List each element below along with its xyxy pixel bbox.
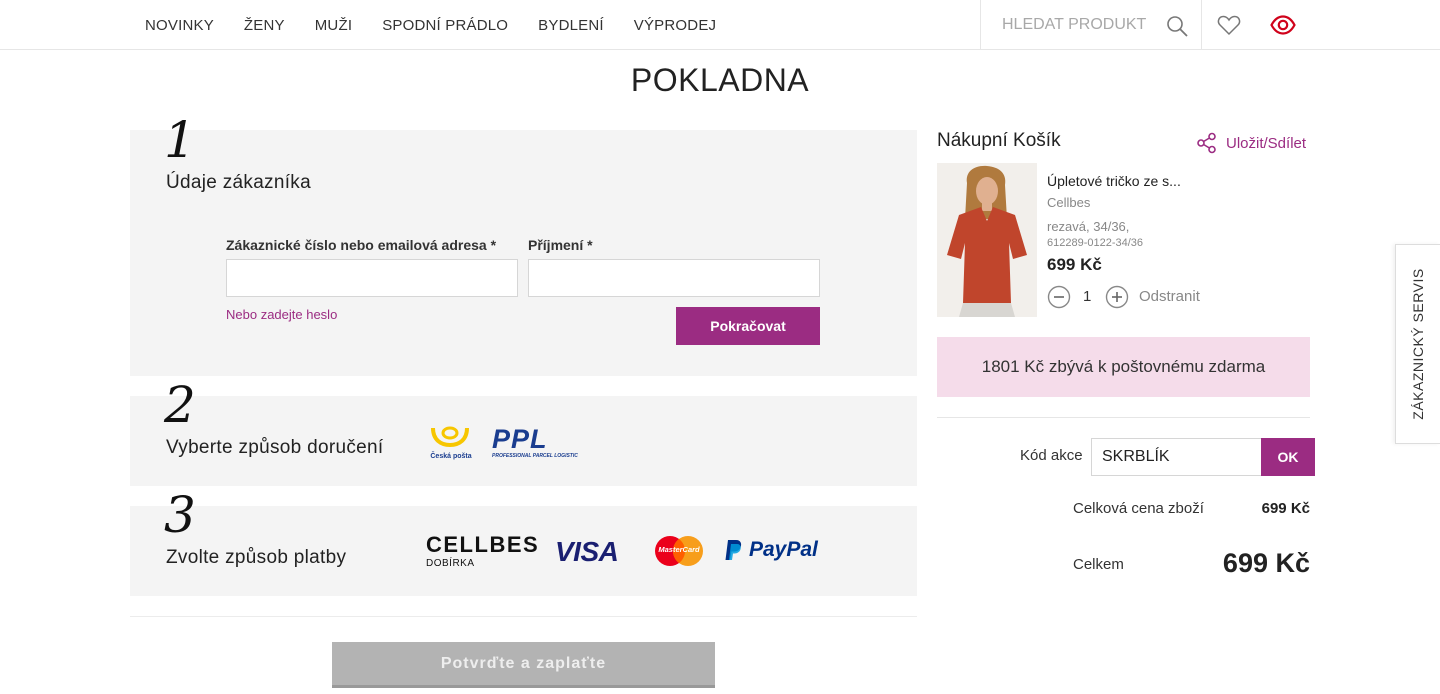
promo-apply-button[interactable]: OK <box>1261 438 1315 476</box>
continue-button[interactable]: Pokračovat <box>676 307 820 345</box>
minus-icon[interactable] <box>1047 285 1071 309</box>
search-icon[interactable] <box>1165 14 1189 38</box>
divider <box>937 417 1310 418</box>
product-variant: rezavá, 34/36, <box>1047 219 1130 234</box>
step-delivery: 2 Vyberte způsob doručení Česká pošta PP… <box>130 380 917 486</box>
carrier-name: Česká pošta <box>430 453 472 460</box>
total-value: 699 Kč <box>1222 548 1310 578</box>
payment-name: MasterCard <box>658 545 700 554</box>
top-navigation: NOVINKY ŽENY MUŽI SPODNÍ PRÁDLO BYDLENÍ … <box>0 0 1440 50</box>
nav-item-bydleni[interactable]: BYDLENÍ <box>538 17 604 34</box>
carrier-name: PPL <box>492 424 548 454</box>
carrier-tagline: PROFESSIONAL PARCEL LOGISTIC <box>492 453 578 459</box>
search-placeholder: HLEDAT PRODUKT <box>1002 16 1147 33</box>
plus-icon[interactable] <box>1105 285 1129 309</box>
quantity-value: 1 <box>1083 288 1092 305</box>
cellbes-logo[interactable]: CELLBES DOBÍRKA <box>426 534 544 570</box>
step-title: Údaje zákazníka <box>166 172 311 193</box>
step-number: 3 <box>164 486 196 544</box>
confirm-and-pay-button[interactable]: Potvrďte a zaplaťte <box>332 642 715 688</box>
ceska-posta-logo[interactable]: Česká pošta <box>430 425 472 460</box>
step-customer-details: 1 Údaje zákazníka Zákaznické číslo nebo … <box>130 115 917 376</box>
page-title: POKLADNA <box>630 62 810 98</box>
free-shipping-banner: 1801 Kč zbývá k poštovnému zdarma <box>937 337 1310 397</box>
ppl-logo[interactable]: PPL PROFESSIONAL PARCEL LOGISTIC <box>492 424 617 460</box>
horn-icon <box>431 426 469 448</box>
email-field[interactable] <box>226 259 518 297</box>
search-input[interactable]: HLEDAT PRODUKT <box>980 0 1202 50</box>
nav-item-spodni-pradlo[interactable]: SPODNÍ PRÁDLO <box>382 17 508 34</box>
promo-code-input[interactable]: SKRBLÍK <box>1091 438 1262 476</box>
step-title: Zvolte způsob platby <box>166 547 347 568</box>
cart-title: Nákupní Košík <box>937 130 1061 151</box>
save-share-button[interactable]: Uložit/Sdílet <box>1196 132 1306 154</box>
step-payment: 3 Zvolte způsob platby CELLBES DOBÍRKA V… <box>130 490 917 596</box>
total-label: Celkem <box>1073 556 1124 573</box>
lastname-label: Příjmení * <box>528 237 593 253</box>
nav-item-zeny[interactable]: ŽENY <box>244 17 285 34</box>
payment-name: CELLBES <box>426 532 540 557</box>
product-price: 699 Kč <box>1047 255 1102 274</box>
paypal-logo[interactable]: PayPal <box>724 538 818 562</box>
main-menu: NOVINKY ŽENY MUŽI SPODNÍ PRÁDLO BYDLENÍ … <box>145 0 746 50</box>
share-icon <box>1197 132 1216 154</box>
woman-in-rust-top-image <box>937 163 1037 317</box>
divider <box>130 616 917 617</box>
paypal-p-icon <box>725 540 742 560</box>
eye-icon[interactable] <box>1270 15 1296 35</box>
remove-item-button[interactable]: Odstranit <box>1139 288 1200 305</box>
product-sku: 612289-0122-34/36 <box>1047 237 1144 249</box>
subtotal-value: 699 Kč <box>1261 500 1310 517</box>
subtotal-label: Celková cena zboží <box>1073 500 1204 517</box>
product-image[interactable] <box>937 163 1037 317</box>
customer-service-label: ZÁKAZNICKÝ SERVIS <box>1410 268 1426 420</box>
step-title: Vyberte způsob doručení <box>166 437 384 458</box>
mastercard-logo[interactable]: MasterCard <box>654 536 704 566</box>
customer-service-tab[interactable]: ZÁKAZNICKÝ SERVIS <box>1395 244 1440 444</box>
nav-item-muzi[interactable]: MUŽI <box>315 17 352 34</box>
payment-sub: DOBÍRKA <box>426 558 475 569</box>
step-number: 1 <box>164 111 196 169</box>
visa-logo[interactable]: VISA <box>555 536 619 568</box>
nav-item-vyprodej[interactable]: VÝPRODEJ <box>634 17 716 34</box>
heart-icon[interactable] <box>1217 14 1241 36</box>
promo-code-label: Kód akce <box>1020 447 1083 464</box>
enter-password-link[interactable]: Nebo zadejte heslo <box>226 307 337 322</box>
product-brand: Cellbes <box>1047 195 1091 210</box>
share-label: Uložit/Sdílet <box>1226 134 1307 152</box>
payment-name: PayPal <box>749 538 818 561</box>
lastname-field[interactable] <box>528 259 820 297</box>
step-number: 2 <box>164 376 196 434</box>
email-label: Zákaznické číslo nebo emailová adresa * <box>226 237 497 253</box>
nav-item-novinky[interactable]: NOVINKY <box>145 17 214 34</box>
product-name[interactable]: Úpletové tričko ze s... <box>1047 173 1181 189</box>
